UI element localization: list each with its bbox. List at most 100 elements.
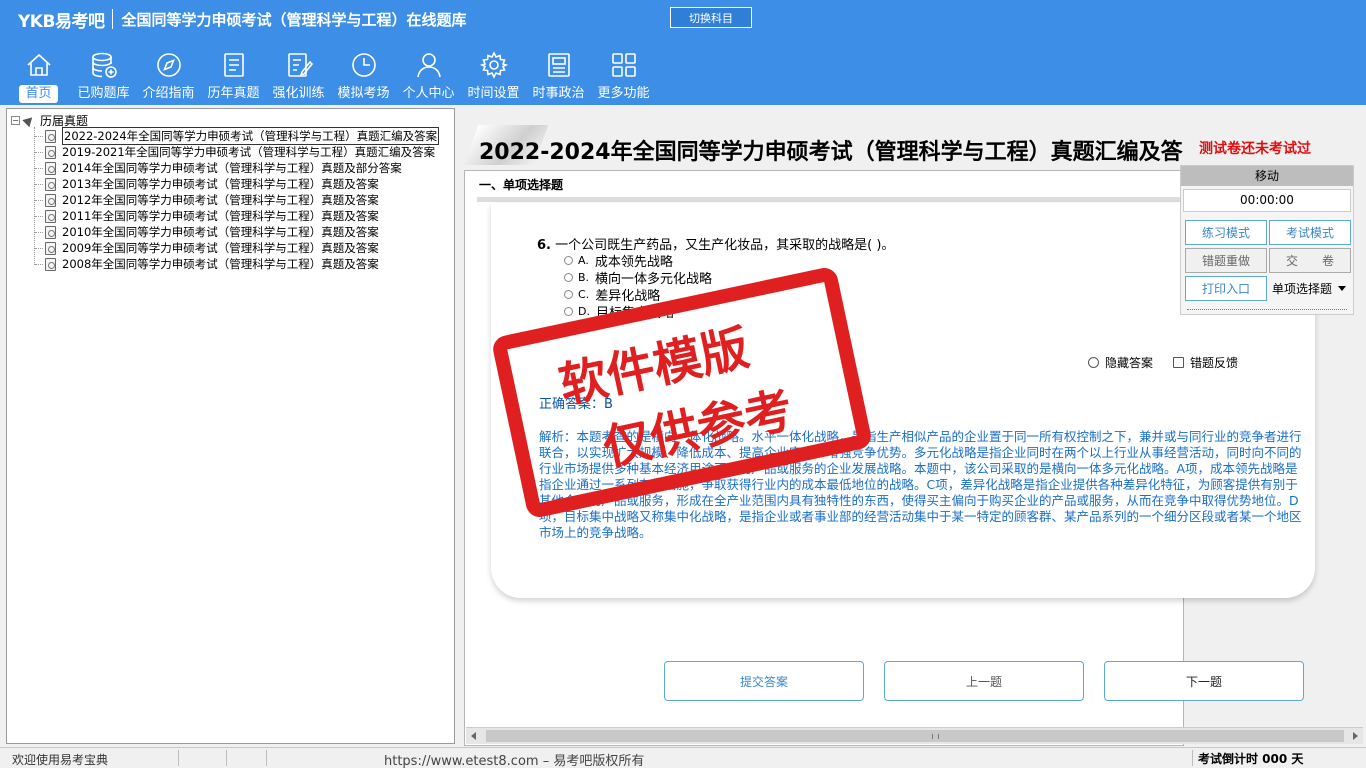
copyright-text: https://www.etest8.com – 易考吧版权所有 <box>384 754 645 768</box>
submit-answer-button[interactable]: 提交答案 <box>664 661 864 701</box>
nav-past-papers[interactable]: 历年真题 <box>201 46 266 104</box>
tree-item-label: 2008年全国同等学力申硕考试（管理科学与工程）真题及答案 <box>62 257 379 271</box>
gear-icon <box>479 51 508 79</box>
move-handle[interactable]: 移动 <box>1181 166 1353 186</box>
section-heading: 一、单项选择题 <box>479 178 564 192</box>
hand-in-button[interactable]: 交 卷 <box>1269 248 1351 273</box>
user-icon <box>416 53 441 78</box>
tree-item-label: 2022-2024年全国同等学力申硕考试（管理科学与工程）真题汇编及答案 <box>62 127 440 145</box>
status-separator <box>226 750 227 766</box>
switch-subject-button[interactable]: 切换科目 <box>670 7 752 28</box>
status-separator <box>266 750 267 766</box>
option-letter: C. <box>578 288 590 301</box>
exam-mode-button[interactable]: 考试模式 <box>1269 220 1351 245</box>
tree-item[interactable]: 2011年全国同等学力申硕考试（管理科学与工程）真题及答案 <box>34 208 439 224</box>
eye-off-icon <box>1088 357 1099 368</box>
option-letter: A. <box>578 254 589 267</box>
edit-doc-icon <box>287 53 313 77</box>
tree-items: 2022-2024年全国同等学力申硕考试（管理科学与工程）真题汇编及答案 201… <box>34 127 440 272</box>
paper-doc-icon <box>45 209 56 223</box>
nav-label: 历年真题 <box>207 86 260 101</box>
welcome-text: 欢迎使用易考宝典 <box>12 753 109 767</box>
database-icon <box>91 52 117 78</box>
print-button[interactable]: 打印入口 <box>1185 276 1267 301</box>
logo: YKB易考吧 <box>18 11 105 32</box>
tree-item[interactable]: 2008年全国同等学力申硕考试（管理科学与工程）真题及答案 <box>34 256 439 272</box>
exam-timer: 00:00:00 <box>1183 189 1351 212</box>
paper-doc-icon <box>45 145 56 159</box>
status-separator <box>1192 750 1193 766</box>
home-icon <box>26 53 51 76</box>
tree-item[interactable]: 2022-2024年全国同等学力申硕考试（管理科学与工程）真题汇编及答案 <box>34 127 440 145</box>
nav-personal-center[interactable]: 个人中心 <box>396 46 461 104</box>
nav-home[interactable]: 首页 <box>6 46 71 104</box>
practice-mode-button[interactable]: 练习模式 <box>1185 220 1267 245</box>
nav-guide[interactable]: 介绍指南 <box>136 46 201 104</box>
horizontal-scrollbar[interactable] <box>466 727 1363 744</box>
redo-wrong-button[interactable]: 错题重做 <box>1185 248 1267 273</box>
question-type-select[interactable]: 单项选择题 <box>1269 276 1353 301</box>
nav-current-affairs[interactable]: 时事政治 <box>526 46 591 104</box>
tree-item-label: 2013年全国同等学力申硕考试（管理科学与工程）真题及答案 <box>62 177 379 191</box>
next-question-button[interactable]: 下一题 <box>1104 661 1304 701</box>
nav-purchased[interactable]: 已购题库 <box>71 46 136 104</box>
paper-title: 2022-2024年全国同等学力申硕考试（管理科学与工程）真题汇编及答 <box>479 140 1183 165</box>
nav-more[interactable]: 更多功能 <box>591 46 656 104</box>
paper-doc-icon <box>45 257 56 271</box>
nav-label: 个人中心 <box>402 86 455 101</box>
tree-item[interactable]: 2012年全国同等学力申硕考试（管理科学与工程）真题及答案 <box>34 192 439 208</box>
clock-icon <box>351 53 376 77</box>
feedback-icon <box>1173 357 1184 368</box>
prev-question-button[interactable]: 上一题 <box>884 661 1084 701</box>
radio-icon[interactable] <box>564 290 573 299</box>
scroll-left-icon[interactable] <box>471 732 476 740</box>
nav-label: 介绍指南 <box>142 86 195 101</box>
tree-item-label: 2011年全国同等学力申硕考试（管理科学与工程）真题及答案 <box>62 209 379 223</box>
app-title: 全国同等学力申硕考试（管理科学与工程）在线题库 <box>121 10 467 29</box>
nav-label: 已购题库 <box>77 86 130 101</box>
tree-item[interactable]: 2009年全国同等学力申硕考试（管理科学与工程）真题及答案 <box>34 240 439 256</box>
grip-icon <box>932 734 939 739</box>
tree-item-label: 2010年全国同等学力申硕考试（管理科学与工程）真题及答案 <box>62 225 379 239</box>
error-feedback-link[interactable]: 错题反馈 <box>1173 354 1238 371</box>
radio-icon[interactable] <box>564 273 573 282</box>
paper-doc-icon <box>45 241 56 255</box>
nav-label: 时事政治 <box>532 86 585 101</box>
nav-label: 模拟考场 <box>337 86 390 101</box>
nav-training[interactable]: 强化训练 <box>266 46 331 104</box>
tree-item[interactable]: 2014年全国同等学力申硕考试（管理科学与工程）真题及部分答案 <box>34 160 439 176</box>
tree-root[interactable]: − 历届真题 <box>11 112 88 128</box>
list-doc-icon <box>223 53 244 77</box>
hide-answer-toggle[interactable]: 隐藏答案 <box>1088 354 1153 371</box>
tree-item-label: 2012年全国同等学力申硕考试（管理科学与工程）真题及答案 <box>62 193 379 207</box>
compass-icon <box>156 53 181 77</box>
scroll-thumb[interactable] <box>486 730 1344 742</box>
feedback-label: 错题反馈 <box>1190 356 1239 370</box>
paper-doc-icon <box>45 225 56 239</box>
exam-control-panel: 移动 00:00:00 练习模式 考试模式 错题重做 交 卷 打印入口 单项选择… <box>1180 165 1354 315</box>
collapse-icon[interactable]: − <box>11 115 20 125</box>
question-type-value: 单项选择题 <box>1272 282 1333 296</box>
nav-label: 时间设置 <box>467 86 520 101</box>
scroll-right-icon[interactable] <box>1353 732 1358 740</box>
radio-icon[interactable] <box>564 307 573 316</box>
paper-doc-icon <box>45 193 56 207</box>
panel-divider <box>1187 309 1347 310</box>
tree-connector <box>34 127 35 265</box>
exam-countdown: 考试倒计时 000 天 <box>1198 752 1304 766</box>
tree-item[interactable]: 2013年全国同等学力申硕考试（管理科学与工程）真题及答案 <box>34 176 439 192</box>
exam-status: 测试卷还未考试过 <box>1199 141 1311 157</box>
tree-root-label: 历届真题 <box>40 113 89 128</box>
option-letter: D. <box>578 305 590 318</box>
status-bar: 欢迎使用易考宝典 https://www.etest8.com – 易考吧版权所… <box>0 747 1366 768</box>
tree-item[interactable]: 2010年全国同等学力申硕考试（管理科学与工程）真题及答案 <box>34 224 439 240</box>
tree-item[interactable]: 2019-2021年全国同等学力申硕考试（管理科学与工程）真题汇编及答案 <box>34 144 439 160</box>
nav-mock-exam[interactable]: 模拟考场 <box>331 46 396 104</box>
chevron-down-icon <box>1338 286 1347 291</box>
nav-time-settings[interactable]: 时间设置 <box>461 46 526 104</box>
paper-doc-icon <box>45 161 56 175</box>
newspaper-icon <box>547 53 570 77</box>
brand: YKB易考吧 全国同等学力申硕考试（管理科学与工程）在线题库 <box>18 8 467 32</box>
radio-icon[interactable] <box>564 256 573 265</box>
tree-item-label: 2019-2021年全国同等学力申硕考试（管理科学与工程）真题汇编及答案 <box>62 145 436 159</box>
